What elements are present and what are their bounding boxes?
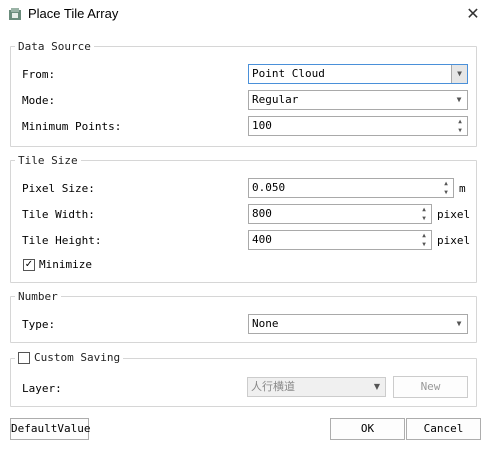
new-layer-button[interactable]: New xyxy=(393,376,468,398)
tile-height-spinbox[interactable]: 400 ▲ ▼ xyxy=(248,230,432,250)
title-bar: Place Tile Array ✕ xyxy=(0,0,487,30)
tile-height-unit: pixel xyxy=(437,234,471,247)
close-icon[interactable]: ✕ xyxy=(462,4,484,24)
tile-width-spinbox[interactable]: 800 ▲ ▼ xyxy=(248,204,432,224)
spin-arrows-icon[interactable]: ▲ ▼ xyxy=(440,179,452,197)
tile-width-value: 800 xyxy=(252,207,272,220)
custom-saving-legend: Custom Saving xyxy=(34,351,121,364)
min-points-spinbox[interactable]: 100 ▲ ▼ xyxy=(248,116,468,136)
chevron-down-icon[interactable]: ▼ xyxy=(451,65,467,83)
layer-label: Layer: xyxy=(22,382,62,395)
data-source-legend: Data Source xyxy=(18,40,91,53)
chevron-down-icon[interactable]: ▼ xyxy=(369,378,385,396)
type-value: None xyxy=(252,317,279,330)
minimize-checkbox[interactable]: ✓ xyxy=(23,258,35,271)
chevron-down-icon[interactable]: ▼ xyxy=(451,315,467,333)
pixel-size-spinbox[interactable]: 0.050 ▲ ▼ xyxy=(248,178,454,198)
cancel-button[interactable]: Cancel xyxy=(406,418,481,440)
custom-saving-legend-wrap: Custom Saving xyxy=(15,351,123,367)
minimize-checkbox-row[interactable]: ✓ Minimize xyxy=(23,258,92,271)
pixel-size-value: 0.050 xyxy=(252,181,286,194)
tile-height-label: Tile Height: xyxy=(22,234,102,247)
type-combo[interactable]: None ▼ xyxy=(248,314,468,334)
type-label: Type: xyxy=(22,318,56,331)
spin-arrows-icon[interactable]: ▲ ▼ xyxy=(418,231,430,249)
ok-button[interactable]: OK xyxy=(330,418,405,440)
tile-size-legend: Tile Size xyxy=(18,154,78,167)
spin-arrows-icon[interactable]: ▲ ▼ xyxy=(454,117,466,135)
from-value: Point Cloud xyxy=(252,67,325,80)
app-icon xyxy=(9,8,21,20)
custom-saving-checkbox[interactable] xyxy=(18,351,30,364)
layer-value: 人行横道 xyxy=(251,380,295,393)
pixel-size-label: Pixel Size: xyxy=(22,182,95,195)
number-legend: Number xyxy=(18,290,58,303)
pixel-size-unit: m xyxy=(459,182,466,195)
minimize-label: Minimize xyxy=(39,258,92,271)
from-combo[interactable]: Point Cloud ▼ xyxy=(248,64,468,84)
mode-label: Mode: xyxy=(22,94,56,107)
mode-value: Regular xyxy=(252,93,299,106)
default-value-button[interactable]: DefaultValue xyxy=(10,418,90,440)
min-points-label: Minimum Points: xyxy=(22,120,122,133)
tile-width-unit: pixel xyxy=(437,208,471,221)
mode-combo[interactable]: Regular ▼ xyxy=(248,90,468,110)
layer-combo[interactable]: 人行横道 ▼ xyxy=(247,377,386,397)
spin-arrows-icon[interactable]: ▲ ▼ xyxy=(418,205,430,223)
from-label: From: xyxy=(22,68,56,81)
min-points-value: 100 xyxy=(252,119,272,132)
tile-height-value: 400 xyxy=(252,233,272,246)
window-title: Place Tile Array xyxy=(28,6,119,21)
tile-width-label: Tile Width: xyxy=(22,208,95,221)
chevron-down-icon[interactable]: ▼ xyxy=(451,91,467,109)
